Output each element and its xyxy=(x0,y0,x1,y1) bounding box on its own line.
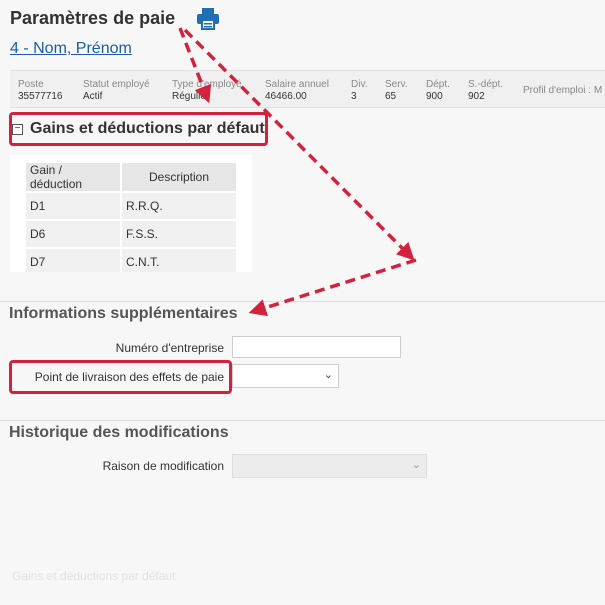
info-type: Type d'employé Régulier xyxy=(172,79,242,103)
table-cell-description: F.S.S. xyxy=(122,221,236,247)
info-value: 900 xyxy=(426,91,443,102)
table-cell-code: D6 xyxy=(26,221,120,247)
info-profil: Profil d'emploi : M xyxy=(523,85,602,97)
info-label: S.-dépt. xyxy=(468,79,504,90)
supplementaires-section-title: Informations supplémentaires xyxy=(9,305,238,322)
raison-modification-select[interactable]: ⌄ xyxy=(232,454,427,478)
info-sdept: S.-dépt. 902 xyxy=(468,79,503,103)
info-label: Poste xyxy=(18,79,44,90)
annotation-arrow xyxy=(248,258,417,317)
footer-ghost-text: Gains et déductions par défaut xyxy=(12,569,176,583)
section-divider xyxy=(0,420,605,421)
info-value: 46466.00 xyxy=(265,91,307,102)
table-row[interactable]: D7 C.N.T. xyxy=(26,249,236,272)
info-div: Div. 3 xyxy=(351,79,367,103)
info-poste: Poste 35577716 xyxy=(18,79,63,103)
info-value: 65 xyxy=(385,91,397,102)
historique-section-title: Historique des modifications xyxy=(9,424,229,441)
info-value: 902 xyxy=(468,91,485,102)
info-label: Statut employé xyxy=(83,79,150,90)
info-salaire: Salaire annuel 46466.00 xyxy=(265,79,329,103)
employee-info-bar: Poste 35577716 Statut employé Actif Type… xyxy=(10,70,605,108)
table-cell-code: D7 xyxy=(26,249,120,272)
table-row[interactable]: D6 F.S.S. xyxy=(26,221,236,247)
employee-link[interactable]: 4 - Nom, Prénom xyxy=(10,40,132,58)
info-serv: Serv. 65 xyxy=(385,79,408,103)
section-divider xyxy=(0,301,605,302)
table-cell-description: C.N.T. xyxy=(122,249,236,272)
info-value: 3 xyxy=(351,91,357,102)
column-header-description[interactable]: Description xyxy=(122,163,236,191)
gains-section-title: Gains et déductions par défaut xyxy=(30,120,265,137)
info-label: Salaire annuel xyxy=(265,79,329,90)
info-label: Div. xyxy=(351,79,368,90)
column-header-gain[interactable]: Gain / déduction xyxy=(26,163,120,191)
point-livraison-label: Point de livraison des effets de paie xyxy=(34,370,224,384)
info-statut: Statut employé Actif xyxy=(83,79,150,103)
table-cell-code: D1 xyxy=(26,193,120,219)
gains-table-container: Gain / déduction Description D1 R.R.Q. D… xyxy=(10,155,252,272)
info-label: Dépt. xyxy=(426,79,450,90)
table-cell-description: R.R.Q. xyxy=(122,193,236,219)
info-label: Serv. xyxy=(385,79,408,90)
info-value: Actif xyxy=(83,91,103,102)
info-dept: Dépt. 900 xyxy=(426,79,450,103)
info-label: Type d'employé xyxy=(172,79,242,90)
info-label: Profil d'emploi : M xyxy=(523,85,603,96)
raison-modification-label: Raison de modification xyxy=(102,459,224,473)
point-livraison-select[interactable]: ⌄ xyxy=(232,364,339,388)
numero-entreprise-label: Numéro d'entreprise xyxy=(115,341,224,355)
table-row[interactable]: D1 R.R.Q. xyxy=(26,193,236,219)
gains-table: Gain / déduction Description D1 R.R.Q. D… xyxy=(24,161,238,272)
table-header-row: Gain / déduction Description xyxy=(26,163,236,191)
collapse-icon[interactable]: − xyxy=(12,124,23,135)
page-title: Paramètres de paie xyxy=(10,8,176,28)
numero-entreprise-input[interactable] xyxy=(232,336,401,358)
print-icon[interactable] xyxy=(196,8,220,30)
info-value: 35577716 xyxy=(18,91,63,102)
chevron-down-icon: ⌄ xyxy=(411,459,421,471)
info-value: Régulier xyxy=(172,91,210,102)
chevron-down-icon: ⌄ xyxy=(323,369,333,381)
